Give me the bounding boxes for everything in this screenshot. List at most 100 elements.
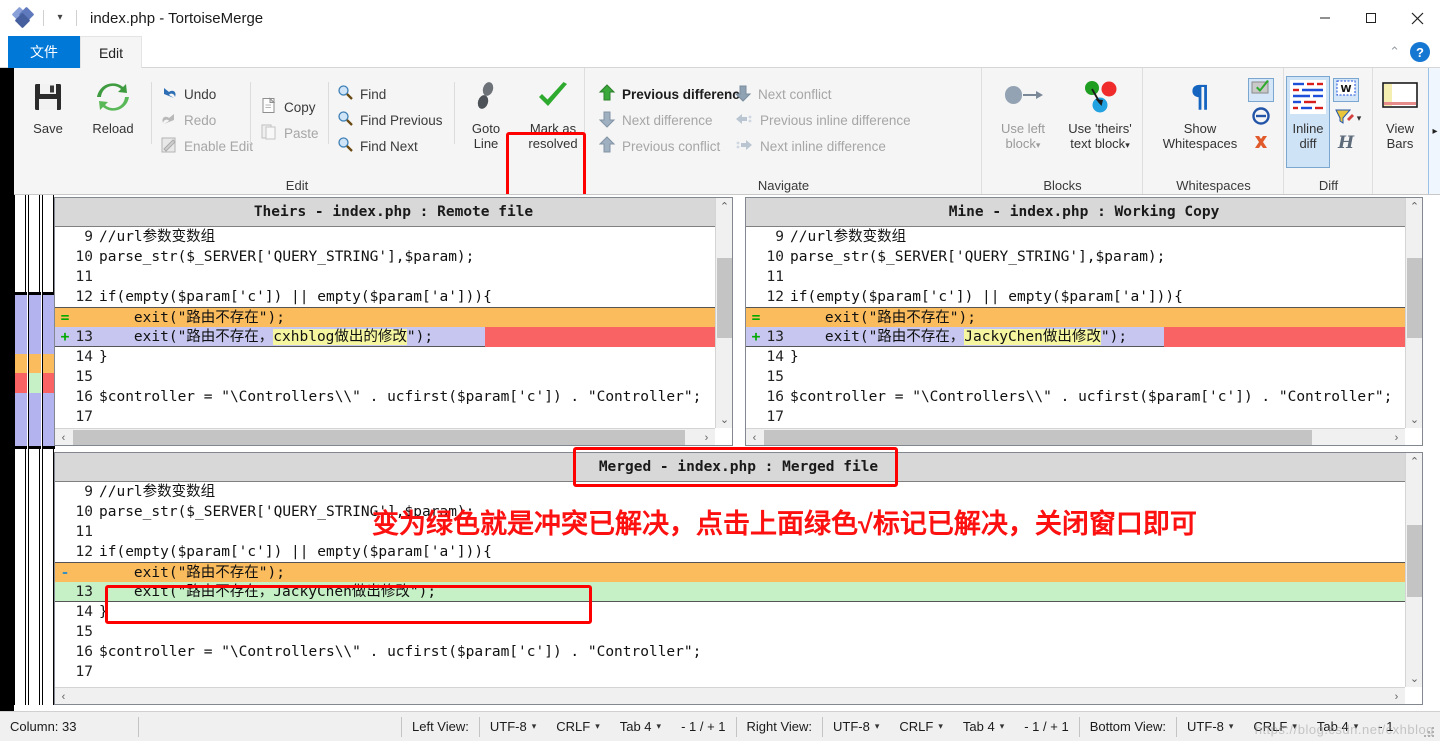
mine-vertical-scrollbar[interactable]: ⌃ ⌄ [1405, 198, 1422, 428]
locator-bar[interactable] [14, 195, 55, 705]
code-row[interactable]: 17 [746, 407, 1405, 427]
code-row[interactable]: 13 exit("路由不存在，JackyChen做出修改"); [55, 582, 1405, 602]
scroll-left-icon[interactable]: ‹ [55, 429, 72, 446]
tab-file[interactable]: 文件 [8, 36, 80, 68]
paste-button[interactable]: Paste [260, 123, 319, 144]
previous-inline-difference-button[interactable]: Previous inline difference [734, 110, 911, 131]
pilcrow-icon: ¶ [1183, 80, 1217, 117]
code-row[interactable]: 17 [55, 662, 1405, 682]
show-whitespaces-button[interactable]: ¶ Show Whitespaces [1150, 80, 1250, 151]
quick-access-caret-icon[interactable]: ▾ [53, 10, 67, 26]
previous-conflict-button[interactable]: Previous conflict [598, 136, 720, 157]
theirs-vertical-scrollbar[interactable]: ⌃ ⌄ [715, 198, 732, 428]
theirs-horizontal-scrollbar[interactable]: ‹ › [55, 428, 715, 445]
minimize-button[interactable] [1302, 0, 1348, 36]
diff-words-toggle[interactable]: W [1333, 78, 1359, 102]
whitespace-check-toggle[interactable] [1248, 78, 1274, 102]
next-inline-difference-button[interactable]: Next inline difference [734, 136, 886, 157]
scroll-up-icon[interactable]: ⌃ [1406, 198, 1423, 215]
use-left-block-button[interactable]: Use left block▾ [987, 80, 1059, 153]
code-row[interactable]: 15 [55, 622, 1405, 642]
close-button[interactable] [1394, 0, 1440, 36]
scroll-right-icon[interactable]: › [1388, 429, 1405, 446]
scroll-left-icon[interactable]: ‹ [55, 688, 72, 705]
code-row[interactable]: 10 parse_str($_SERVER['QUERY_STRING'],$pa… [746, 247, 1405, 267]
use-theirs-text-block-button[interactable]: Use 'theirs' text block▾ [1059, 80, 1141, 153]
undo-button[interactable]: Undo [160, 84, 216, 105]
ribbon-overflow-button[interactable]: ▸ [1428, 68, 1440, 194]
code-row[interactable]: 15 [55, 367, 715, 387]
collapse-ribbon-icon[interactable]: ⌃ [1389, 44, 1400, 60]
help-button[interactable]: ? [1410, 42, 1430, 62]
merged-vertical-scrollbar[interactable]: ⌃ ⌄ [1405, 453, 1422, 687]
mark-as-resolved-button[interactable]: Mark as resolved [518, 80, 588, 151]
code-row[interactable]: 17 [55, 407, 715, 427]
scroll-left-icon[interactable]: ‹ [746, 429, 763, 446]
find-next-button[interactable]: Find Next [337, 136, 418, 156]
chevron-down-icon[interactable]: ▾ [1357, 113, 1362, 124]
whitespace-remove-toggle[interactable] [1248, 132, 1274, 156]
code-row[interactable]: 12 if(empty($param['c']) || empty($param[… [55, 287, 715, 307]
scroll-down-icon[interactable]: ⌄ [716, 411, 733, 428]
resize-grip-icon[interactable] [1424, 727, 1436, 739]
scroll-up-icon[interactable]: ⌃ [716, 198, 733, 215]
right-view-encoding[interactable]: UTF-8 ▾ [823, 712, 889, 742]
next-conflict-button[interactable]: Next conflict [734, 84, 832, 105]
code-row[interactable]: 14} [55, 602, 1405, 622]
whitespace-ignore-toggle[interactable] [1248, 106, 1274, 130]
code-row[interactable]: = exit("路由不存在"); [746, 307, 1405, 327]
code-row[interactable]: 9 //url参数变数组 [55, 227, 715, 247]
code-row[interactable]: 14} [746, 347, 1405, 367]
maximize-button[interactable] [1348, 0, 1394, 36]
next-difference-button[interactable]: Next difference [598, 110, 713, 131]
tab-edit[interactable]: Edit [80, 36, 142, 68]
scroll-right-icon[interactable]: › [698, 429, 715, 446]
left-view-eol[interactable]: CRLF ▾ [546, 712, 609, 742]
theirs-code-area[interactable]: 9 //url参数变数组 10 parse_str($_SERVER['QUERY_S… [55, 227, 715, 428]
code-row[interactable]: 16 $controller = "\Controllers\\" . ucfir… [55, 642, 1405, 662]
redo-button[interactable]: Redo [160, 110, 216, 131]
code-row[interactable]: 9 //url参数变数组 [55, 482, 1405, 502]
inline-diff-highlight: JackyChen做出修改 [964, 329, 1101, 345]
code-row[interactable]: 14} [55, 347, 715, 367]
left-view-tab[interactable]: Tab 4 ▾ [610, 712, 671, 742]
bottom-view-encoding[interactable]: UTF-8 ▾ [1177, 712, 1243, 742]
find-button[interactable]: Find [337, 84, 386, 104]
previous-difference-button[interactable]: Previous difference [598, 84, 747, 105]
code-row[interactable]: 10 parse_str($_SERVER['QUERY_STRING'],$pa… [55, 247, 715, 267]
code-row[interactable]: 12 if(empty($param['c']) || empty($param[… [55, 542, 1405, 562]
code-row[interactable]: 15 [746, 367, 1405, 387]
mine-horizontal-scrollbar[interactable]: ‹ › [746, 428, 1405, 445]
right-view-tab[interactable]: Tab 4 ▾ [953, 712, 1014, 742]
right-view-eol[interactable]: CRLF ▾ [889, 712, 952, 742]
inline-diff-button[interactable]: Inline diff [1286, 76, 1330, 168]
code-row[interactable]: - exit("路由不存在"); [55, 562, 1405, 582]
code-row[interactable]: 13 + exit("路由不存在，JackyChen做出修改"); [746, 327, 1405, 347]
enable-edit-button[interactable]: Enable Edit [160, 136, 253, 157]
goto-line-icon [469, 80, 503, 117]
reload-button[interactable]: Reload [80, 80, 146, 136]
code-row[interactable]: 16 $controller = "\Controllers\\" . ucfir… [746, 387, 1405, 407]
mine-code-area[interactable]: 9 //url参数变数组 10 parse_str($_SERVER['QUERY_S… [746, 227, 1405, 428]
diff-script-toggle[interactable]: H [1333, 132, 1359, 156]
scroll-up-icon[interactable]: ⌃ [1406, 453, 1423, 470]
save-button[interactable]: Save [18, 80, 78, 136]
view-bars-button[interactable]: View Bars [1376, 80, 1424, 151]
code-row[interactable]: 11 [55, 267, 715, 287]
code-row[interactable]: 9 //url参数变数组 [746, 227, 1405, 247]
scroll-down-icon[interactable]: ⌄ [1406, 670, 1423, 687]
goto-line-button[interactable]: Goto Line [460, 80, 512, 151]
scroll-right-icon[interactable]: › [1388, 688, 1405, 705]
code-row[interactable]: 13 + exit("路由不存在，cxhblog做出的修改"); [55, 327, 715, 347]
code-row[interactable]: 11 [746, 267, 1405, 287]
find-previous-button[interactable]: Find Previous [337, 110, 443, 130]
code-row[interactable]: 16 $controller = "\Controllers\\" . ucfir… [55, 387, 715, 407]
diff-highlight-toggle[interactable]: ▾ [1331, 106, 1365, 130]
copy-button[interactable]: Copy [260, 97, 316, 118]
merged-horizontal-scrollbar[interactable]: ‹ › [55, 687, 1405, 704]
code-row[interactable]: 12 if(empty($param['c']) || empty($param[… [746, 287, 1405, 307]
left-view-encoding[interactable]: UTF-8 ▾ [480, 712, 546, 742]
diff-words-icon: W [1336, 80, 1356, 101]
scroll-down-icon[interactable]: ⌄ [1406, 411, 1423, 428]
code-row[interactable]: = exit("路由不存在"); [55, 307, 715, 327]
